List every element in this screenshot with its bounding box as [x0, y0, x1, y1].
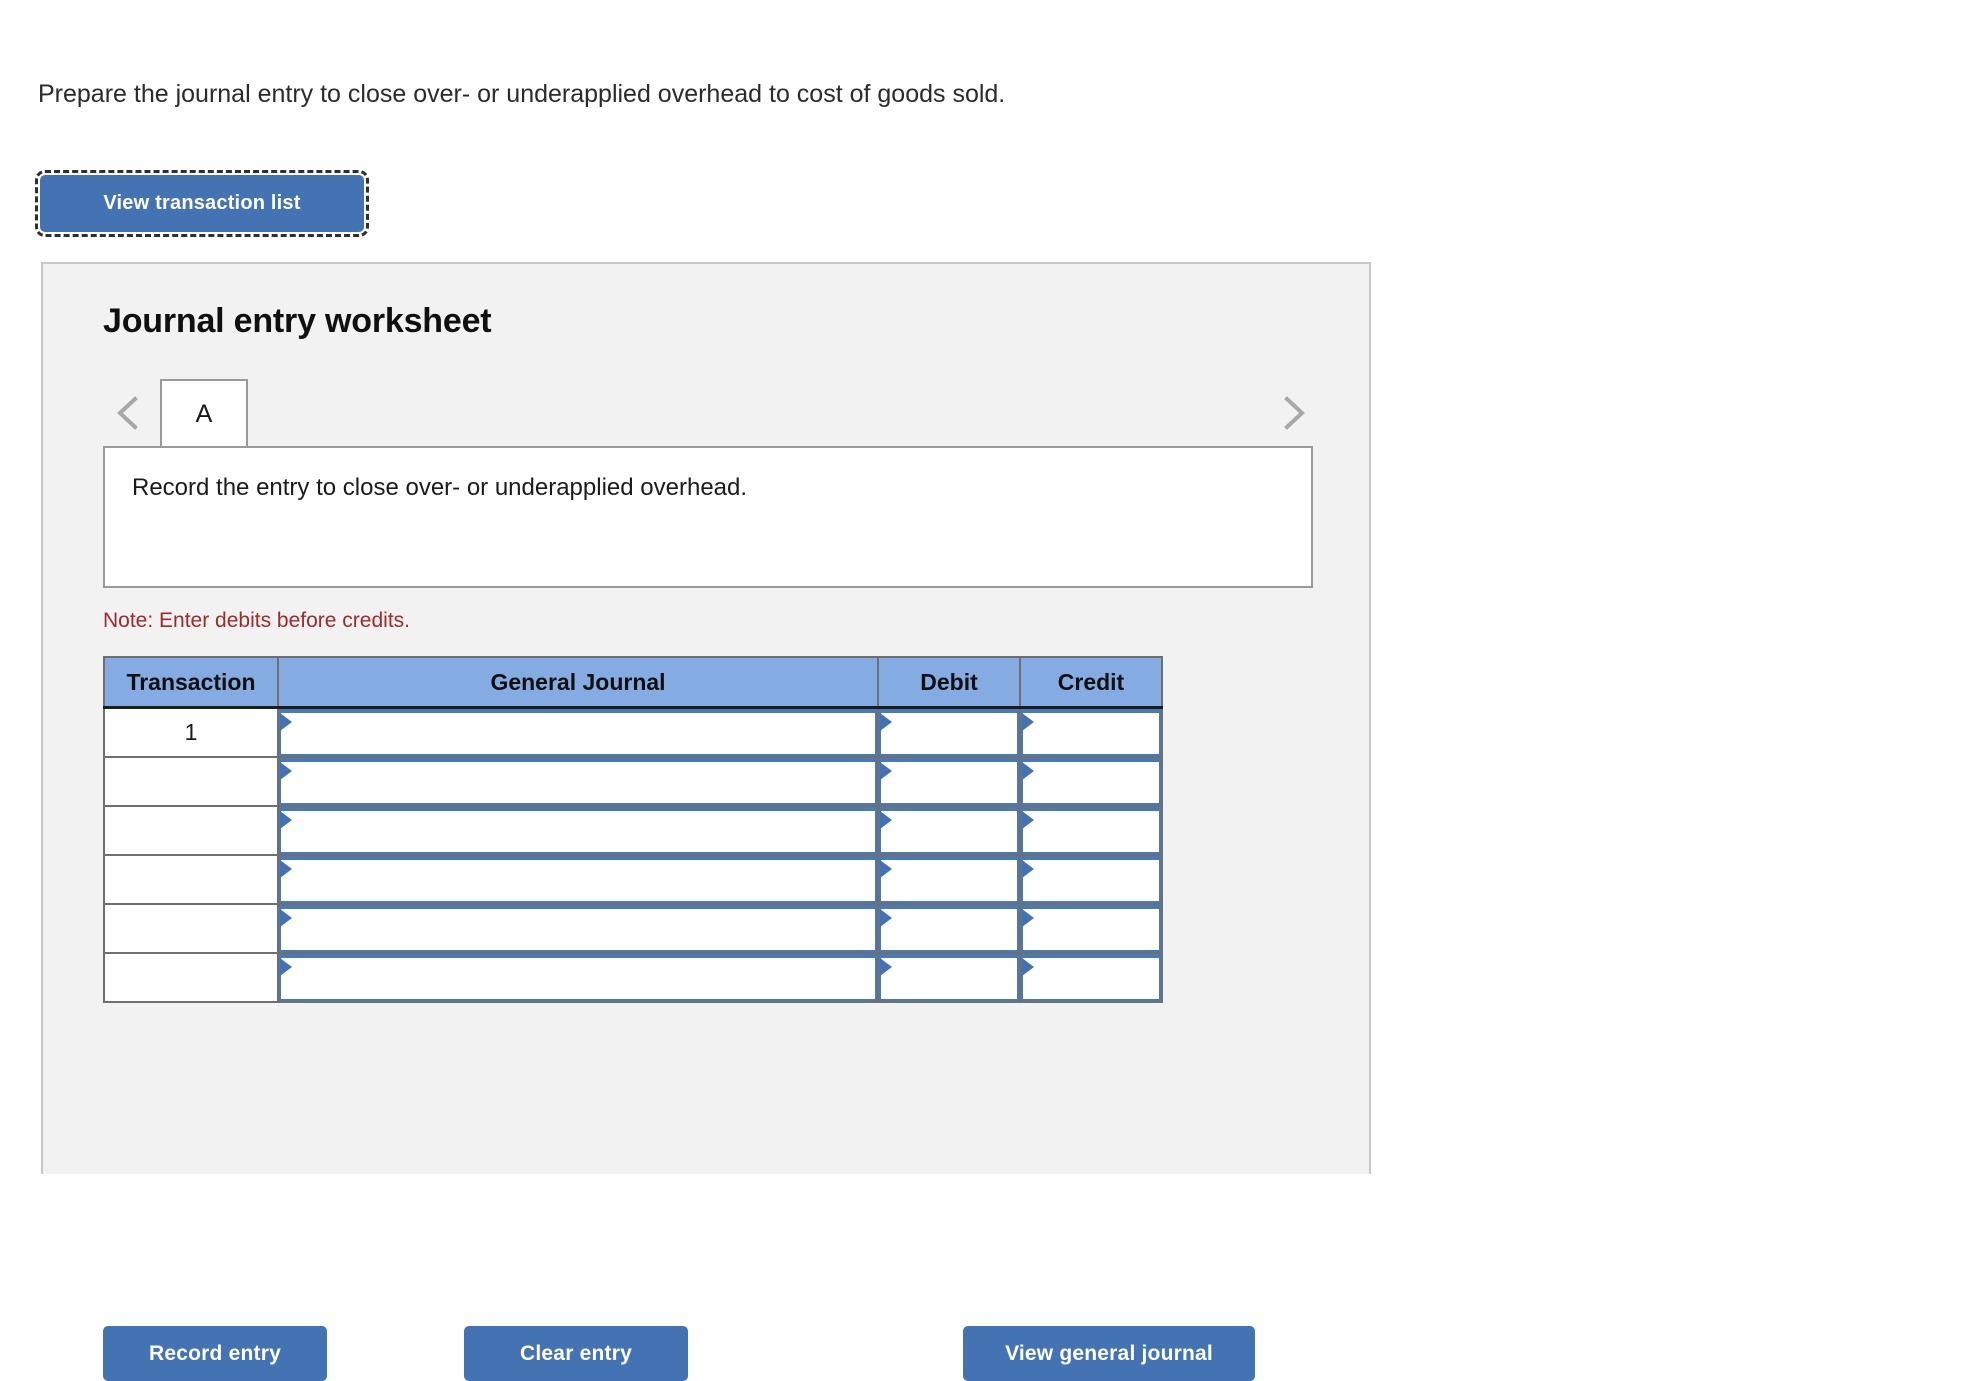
transaction-number-cell: [103, 854, 279, 905]
worksheet-description-text: Record the entry to close over- or under…: [132, 474, 748, 501]
chevron-left-icon[interactable]: [111, 391, 145, 435]
transaction-number-cell: [103, 805, 279, 856]
general-journal-input[interactable]: [279, 807, 877, 854]
record-entry-button[interactable]: Record entry: [103, 1326, 327, 1381]
debit-cell[interactable]: [877, 756, 1021, 807]
debit-cell[interactable]: [877, 903, 1021, 954]
clear-entry-button[interactable]: Clear entry: [464, 1326, 688, 1381]
table-row: [103, 952, 1163, 1003]
journal-entry-worksheet-panel: Journal entry worksheet A Record the ent…: [41, 262, 1371, 1381]
view-transaction-list-button[interactable]: View transaction list: [35, 170, 369, 237]
debit-input[interactable]: [879, 709, 1019, 756]
table-row: 1: [103, 706, 1163, 758]
chevron-right-icon[interactable]: [1277, 391, 1311, 435]
worksheet-description-box: Record the entry to close over- or under…: [103, 446, 1313, 588]
table-row: [103, 903, 1163, 954]
debit-input[interactable]: [879, 758, 1019, 805]
general-journal-cell[interactable]: [277, 903, 879, 954]
worksheet-tab-a-label: A: [195, 399, 213, 428]
transaction-number-cell: [103, 952, 279, 1003]
credit-input[interactable]: [1021, 758, 1161, 805]
credit-input[interactable]: [1021, 954, 1161, 1001]
general-journal-input[interactable]: [279, 905, 877, 952]
transaction-number-cell: [103, 756, 279, 807]
table-row: [103, 805, 1163, 856]
general-journal-cell[interactable]: [277, 706, 879, 758]
credit-cell[interactable]: [1019, 706, 1163, 758]
debit-cell[interactable]: [877, 952, 1021, 1003]
credit-input[interactable]: [1021, 709, 1161, 756]
credit-cell[interactable]: [1019, 756, 1163, 807]
column-header-debit: Debit: [877, 656, 1021, 709]
debit-cell[interactable]: [877, 854, 1021, 905]
credit-input[interactable]: [1021, 905, 1161, 952]
credit-input[interactable]: [1021, 856, 1161, 903]
debit-cell[interactable]: [877, 805, 1021, 856]
column-header-transaction: Transaction: [103, 656, 279, 709]
debit-input[interactable]: [879, 807, 1019, 854]
debit-input[interactable]: [879, 905, 1019, 952]
credit-cell[interactable]: [1019, 805, 1163, 856]
worksheet-title: Journal entry worksheet: [103, 302, 492, 340]
credit-cell[interactable]: [1019, 952, 1163, 1003]
general-journal-input[interactable]: [279, 856, 877, 903]
transaction-number-cell: 1: [103, 706, 279, 758]
worksheet-tab-strip: A: [103, 379, 1313, 447]
debit-input[interactable]: [879, 954, 1019, 1001]
general-journal-cell[interactable]: [277, 805, 879, 856]
transaction-number-cell: [103, 903, 279, 954]
view-general-journal-button[interactable]: View general journal: [963, 1326, 1255, 1381]
general-journal-cell[interactable]: [277, 756, 879, 807]
general-journal-input[interactable]: [279, 709, 877, 756]
table-row: [103, 756, 1163, 807]
worksheet-tab-a[interactable]: A: [160, 379, 248, 447]
debit-input[interactable]: [879, 856, 1019, 903]
journal-entry-table: Transaction General Journal Debit Credit…: [103, 656, 1163, 1003]
general-journal-cell[interactable]: [277, 952, 879, 1003]
table-row: [103, 854, 1163, 905]
general-journal-input[interactable]: [279, 954, 877, 1001]
table-header-row: Transaction General Journal Debit Credit: [103, 656, 1163, 709]
credit-input[interactable]: [1021, 807, 1161, 854]
debit-cell[interactable]: [877, 706, 1021, 758]
column-header-credit: Credit: [1019, 656, 1163, 709]
page-title: Prepare the journal entry to close over-…: [38, 80, 1006, 108]
general-journal-input[interactable]: [279, 758, 877, 805]
credit-cell[interactable]: [1019, 854, 1163, 905]
debits-before-credits-note: Note: Enter debits before credits.: [103, 609, 410, 632]
general-journal-cell[interactable]: [277, 854, 879, 905]
credit-cell[interactable]: [1019, 903, 1163, 954]
column-header-general-journal: General Journal: [277, 656, 879, 709]
